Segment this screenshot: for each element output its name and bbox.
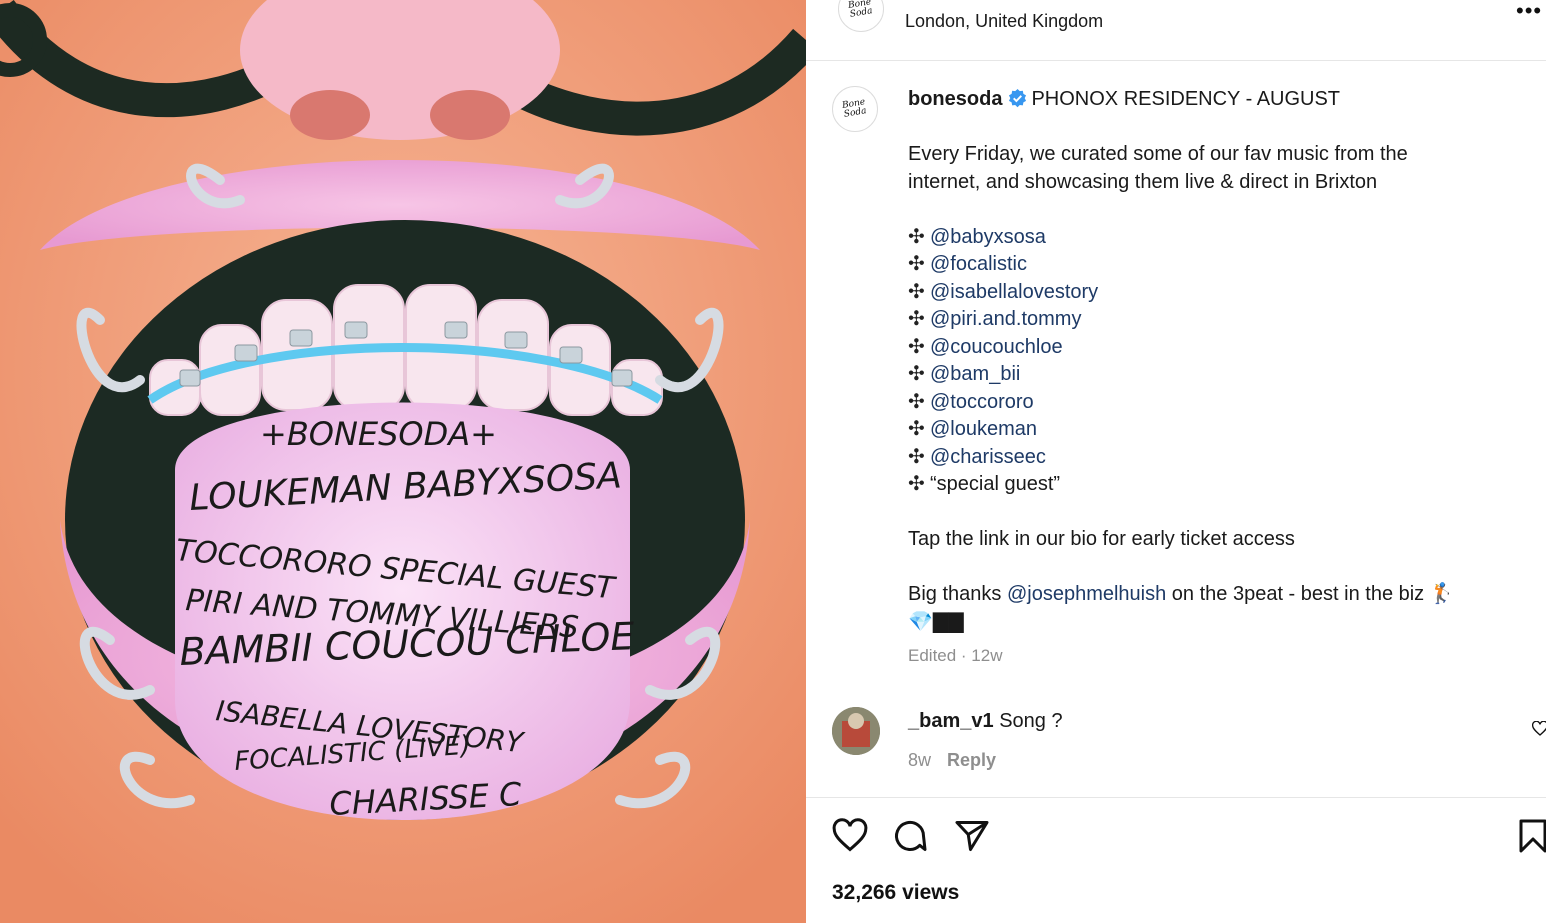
edited-timestamp: Edited · 12w	[908, 646, 1003, 665]
mention-link[interactable]: @loukeman	[930, 418, 1037, 440]
artist-list-item: ✣ @charisseec	[908, 444, 1528, 472]
comment-bubble-icon[interactable]	[892, 818, 928, 854]
bullet-icon: ✣	[908, 225, 925, 248]
mention-link[interactable]: @josephmelhuish	[1007, 583, 1166, 605]
bullet-icon: ✣	[908, 280, 925, 303]
divider	[806, 797, 1546, 798]
action-bar	[832, 818, 1546, 858]
bio-line: Tap the link in our bio for early ticket…	[908, 528, 1295, 550]
caption-intro-line: internet, and showcasing them live & dir…	[908, 170, 1378, 193]
bookmark-icon[interactable]	[1518, 818, 1546, 854]
mention-link[interactable]: @bam_bii	[930, 363, 1020, 385]
author-avatar[interactable]: Bone Soda	[838, 0, 884, 32]
mention-link[interactable]: @piri.and.tommy	[930, 308, 1081, 330]
mention-link[interactable]: @toccororo	[930, 391, 1034, 413]
caption-intro-line: Every Friday, we curated some of our fav…	[908, 143, 1408, 165]
paper-plane-icon[interactable]	[954, 818, 990, 854]
mention-link[interactable]: @focalistic	[930, 253, 1027, 275]
mention-link[interactable]: @isabellalovestory	[930, 281, 1098, 303]
post-header: Bone Soda London, United Kingdom •••	[806, 0, 1546, 61]
mention-link[interactable]: @charisseec	[930, 446, 1046, 468]
bullet-icon: ✣	[908, 445, 925, 468]
thanks-prefix: Big thanks	[908, 583, 1007, 605]
artist-list: ✣ @babyxsosa ✣ @focalistic ✣ @isabellalovesto…	[908, 224, 1528, 472]
comment-age: 8w	[908, 750, 932, 770]
mention-link[interactable]: @babyxsosa	[930, 226, 1046, 248]
artist-list-item: ✣ @piri.and.tommy	[908, 306, 1528, 334]
artist-list-item: ✣ @coucouchloe	[908, 334, 1528, 362]
artist-list-item: ✣ @bam_bii	[908, 361, 1528, 389]
bullet-icon: ✣	[908, 418, 925, 440]
commenter-avatar-image	[832, 707, 880, 755]
thanks-suffix: on the 3peat - best in the biz 🏌	[1166, 583, 1455, 605]
artist-list-item: ✣ @babyxsosa	[908, 224, 1528, 252]
artist-list-item: ✣ “special guest”	[908, 471, 1528, 499]
verified-badge-icon	[1009, 89, 1027, 108]
mention-link[interactable]: @coucouchloe	[930, 336, 1063, 358]
flyer-brand: +BONESODA+	[260, 415, 497, 453]
bullet-icon: ✣	[908, 308, 925, 330]
caption-title: PHONOX RESIDENCY - AUGUST	[1031, 88, 1341, 110]
caption-intro: Every Friday, we curated some of our fav…	[908, 141, 1528, 196]
artist-list-item: ✣ @loukeman	[908, 416, 1528, 444]
view-count: 32,266 views	[832, 881, 960, 904]
caption-username[interactable]: bonesoda	[908, 88, 1002, 110]
bullet-icon: ✣	[908, 390, 925, 413]
bullet-icon: ✣	[908, 253, 925, 275]
caption-author-avatar[interactable]: Bone Soda	[832, 86, 878, 132]
commenter-username[interactable]: _bam_v1	[908, 710, 994, 732]
comment-meta: 8w Reply	[908, 750, 996, 771]
artist-list-item: ✣ @toccororo	[908, 389, 1528, 417]
thanks-line: Big thanks @josephmelhuish on the 3peat …	[908, 581, 1528, 636]
comment-body: Song ?	[999, 710, 1063, 732]
bullet-icon: ✣	[908, 335, 925, 358]
post-caption: bonesoda PHONOX RESIDENCY - AUGUST Every …	[908, 86, 1528, 670]
post-image[interactable]: +BONESODA+ LOUKEMAN BABYXSOSA TOCCORORO …	[0, 0, 806, 923]
comment-text: _bam_v1 Song ?	[908, 710, 1063, 733]
more-options-icon[interactable]: •••	[1516, 0, 1542, 24]
comment: _bam_v1 Song ? 8w Reply	[832, 707, 1546, 777]
special-guest: “special guest”	[930, 473, 1061, 495]
bullet-icon: ✣	[908, 363, 925, 385]
comment-like-heart-icon[interactable]	[1532, 721, 1546, 737]
artist-list-item: ✣ @isabellalovestory	[908, 279, 1528, 307]
flyer-artwork: +BONESODA+ LOUKEMAN BABYXSOSA TOCCORORO …	[0, 0, 806, 923]
bullet-icon: ✣	[908, 473, 925, 495]
post-panel: Bone Soda London, United Kingdom ••• Bone…	[806, 0, 1546, 923]
emoji-icons: 💎▇▇	[908, 610, 964, 633]
caption-title-line: bonesoda PHONOX RESIDENCY - AUGUST	[908, 86, 1528, 114]
commenter-avatar[interactable]	[832, 707, 880, 755]
bonesoda-logo: Bone Soda	[847, 0, 874, 20]
post-location[interactable]: London, United Kingdom	[905, 11, 1103, 32]
bonesoda-logo: Bone Soda	[841, 97, 868, 120]
heart-icon[interactable]	[832, 818, 868, 854]
reply-button[interactable]: Reply	[947, 750, 996, 770]
artist-list-item: ✣ @focalistic	[908, 251, 1528, 279]
